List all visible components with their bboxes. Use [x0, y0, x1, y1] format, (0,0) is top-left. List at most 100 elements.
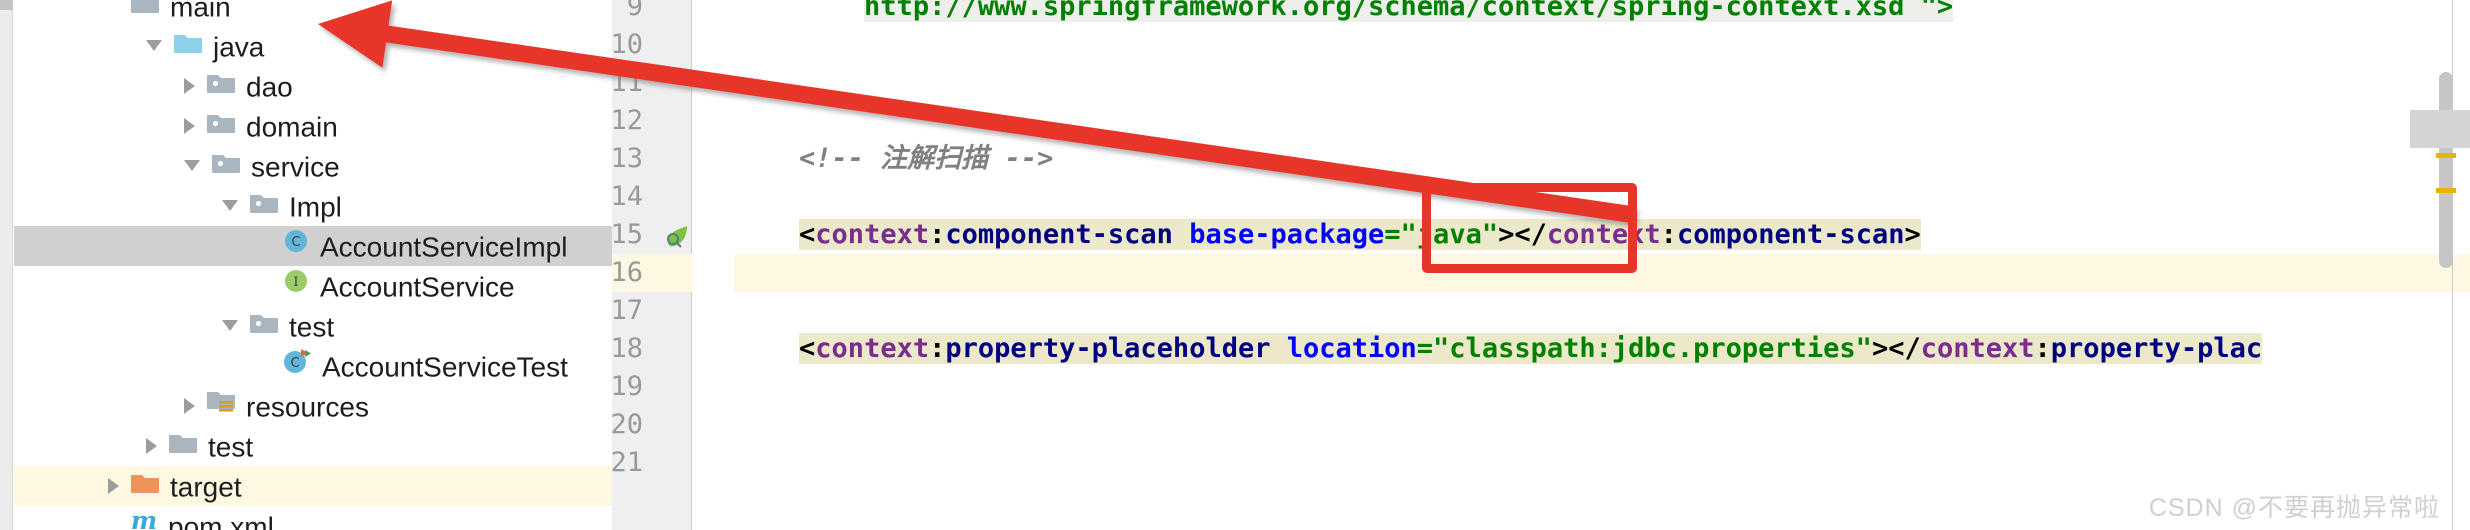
- code-token: component-scan: [945, 219, 1173, 250]
- tree-item-java[interactable]: java: [14, 26, 612, 66]
- line-number[interactable]: 10: [612, 26, 643, 64]
- line-number[interactable]: 18: [612, 330, 643, 368]
- scrollbar-marker[interactable]: [2436, 188, 2456, 193]
- code-token: <!-- 注解扫描 -->: [799, 143, 1054, 174]
- spring-bean-icon[interactable]: [662, 222, 688, 248]
- line-number[interactable]: 21: [612, 444, 643, 482]
- tree-item-service[interactable]: service: [14, 146, 612, 186]
- tree-item-label: pom.xml: [168, 511, 274, 530]
- tree-item-label: resources: [246, 391, 369, 423]
- folder-gray-icon: [168, 426, 198, 466]
- tree-item-impl[interactable]: Impl: [14, 186, 612, 226]
- tree-item-test[interactable]: test: [14, 426, 612, 466]
- code-line[interactable]: http://www.springframework.org/schema/co…: [734, 0, 1954, 26]
- line-number[interactable]: 20: [612, 406, 643, 444]
- code-token: /: [1904, 333, 1921, 364]
- twisty-closed-icon[interactable]: [184, 117, 195, 134]
- fold-column[interactable]: [692, 0, 734, 530]
- code-token: =: [1384, 219, 1401, 250]
- folder-resources-icon: [206, 386, 236, 426]
- code-token: :: [1660, 219, 1677, 250]
- line-number[interactable]: 17: [612, 292, 643, 330]
- editor-gutter[interactable]: 9 10 11 12 13 14 15 16 17 18 19 20 21: [612, 0, 692, 530]
- ide-window: main java dao domain service Impl C AccountServ…: [0, 0, 2470, 530]
- tree-item-main[interactable]: main: [14, 0, 612, 26]
- interface-i-icon: I: [282, 266, 310, 306]
- code-token: [1270, 333, 1287, 364]
- line-number[interactable]: 13: [612, 140, 643, 178]
- tree-item-label: test: [289, 311, 335, 343]
- svg-text:C: C: [290, 356, 299, 371]
- tree-item-accountservicetest[interactable]: C AccountServiceTest: [14, 346, 612, 386]
- folder-gray-icon: [130, 0, 160, 26]
- code-token: component-scan: [1676, 219, 1905, 250]
- line-number[interactable]: 14: [612, 178, 643, 216]
- tree-item-pom-xml[interactable]: m pom.xml: [14, 506, 612, 530]
- folder-package-icon: [206, 66, 236, 106]
- tree-item-label: test: [208, 431, 254, 463]
- twisty-closed-icon[interactable]: [108, 477, 119, 494]
- tree-item-label: target: [170, 471, 242, 503]
- code-line[interactable]: <!-- 注解扫描 -->: [734, 140, 1053, 178]
- code-line[interactable]: <context:component-scan base-package="ja…: [734, 216, 1921, 254]
- twisty-open-icon[interactable]: [146, 40, 162, 52]
- class-test-icon: C: [282, 346, 312, 386]
- folder-package-icon: [249, 186, 279, 226]
- line-number[interactable]: 12: [612, 102, 643, 140]
- folder-package-icon: [249, 306, 279, 346]
- tree-item-test[interactable]: test: [14, 306, 612, 346]
- code-token: property-placeholder: [945, 333, 1271, 364]
- line-number[interactable]: 15: [612, 216, 643, 254]
- code-token: location: [1286, 333, 1417, 364]
- twisty-closed-icon[interactable]: [184, 77, 195, 94]
- tree-item-label: domain: [246, 111, 338, 143]
- left-tool-strip: [0, 0, 13, 530]
- tool-strip-tab[interactable]: [0, 0, 13, 10]
- tree-item-label: AccountServiceImpl: [320, 231, 568, 263]
- twisty-open-icon[interactable]: [184, 160, 200, 172]
- code-token: <: [799, 333, 816, 364]
- code-token: context: [1920, 333, 2035, 364]
- red-highlight-box: [1422, 183, 1637, 273]
- twisty-closed-icon[interactable]: [184, 397, 195, 414]
- code-token: :: [929, 333, 946, 364]
- scrollbar-marker[interactable]: [2436, 153, 2456, 158]
- tree-item-resources[interactable]: resources: [14, 386, 612, 426]
- tree-item-label: service: [251, 151, 340, 183]
- code-token: property-plac: [2050, 333, 2263, 364]
- tree-item-label: dao: [246, 71, 293, 103]
- tree-item-dao[interactable]: dao: [14, 66, 612, 106]
- tree-item-label: Impl: [289, 191, 342, 223]
- tree-item-accountserviceimpl[interactable]: C AccountServiceImpl: [14, 226, 612, 266]
- tree-item-domain[interactable]: domain: [14, 106, 612, 146]
- code-token: http://www.springframework.org/schema/co…: [864, 0, 1954, 22]
- project-tree-panel[interactable]: main java dao domain service Impl C AccountServ…: [14, 0, 612, 530]
- twisty-open-icon[interactable]: [222, 320, 238, 332]
- scrollbar-thumb[interactable]: [2439, 72, 2453, 268]
- code-token: ><: [1871, 333, 1905, 364]
- line-number[interactable]: 9: [612, 0, 643, 26]
- code-token: :: [2034, 333, 2051, 364]
- tree-item-accountservice[interactable]: I AccountService: [14, 266, 612, 306]
- code-token: "classpath:jdbc.properties": [1433, 333, 1872, 364]
- svg-text:C: C: [291, 235, 300, 250]
- twisty-closed-icon[interactable]: [146, 437, 157, 454]
- line-number[interactable]: 19: [612, 368, 643, 406]
- svg-text:m: m: [131, 507, 157, 530]
- code-line[interactable]: <context:property-placeholder location="…: [734, 330, 2263, 368]
- tree-item-label: AccountServiceTest: [322, 351, 568, 383]
- line-number[interactable]: 11: [612, 64, 643, 102]
- line-number[interactable]: 16: [612, 254, 643, 292]
- code-token: >: [1904, 219, 1921, 250]
- twisty-open-icon[interactable]: [222, 200, 238, 212]
- code-token: =: [1416, 333, 1434, 364]
- folder-package-icon: [211, 146, 241, 186]
- class-c-icon: C: [282, 226, 310, 266]
- tree-item-target[interactable]: target: [14, 466, 612, 506]
